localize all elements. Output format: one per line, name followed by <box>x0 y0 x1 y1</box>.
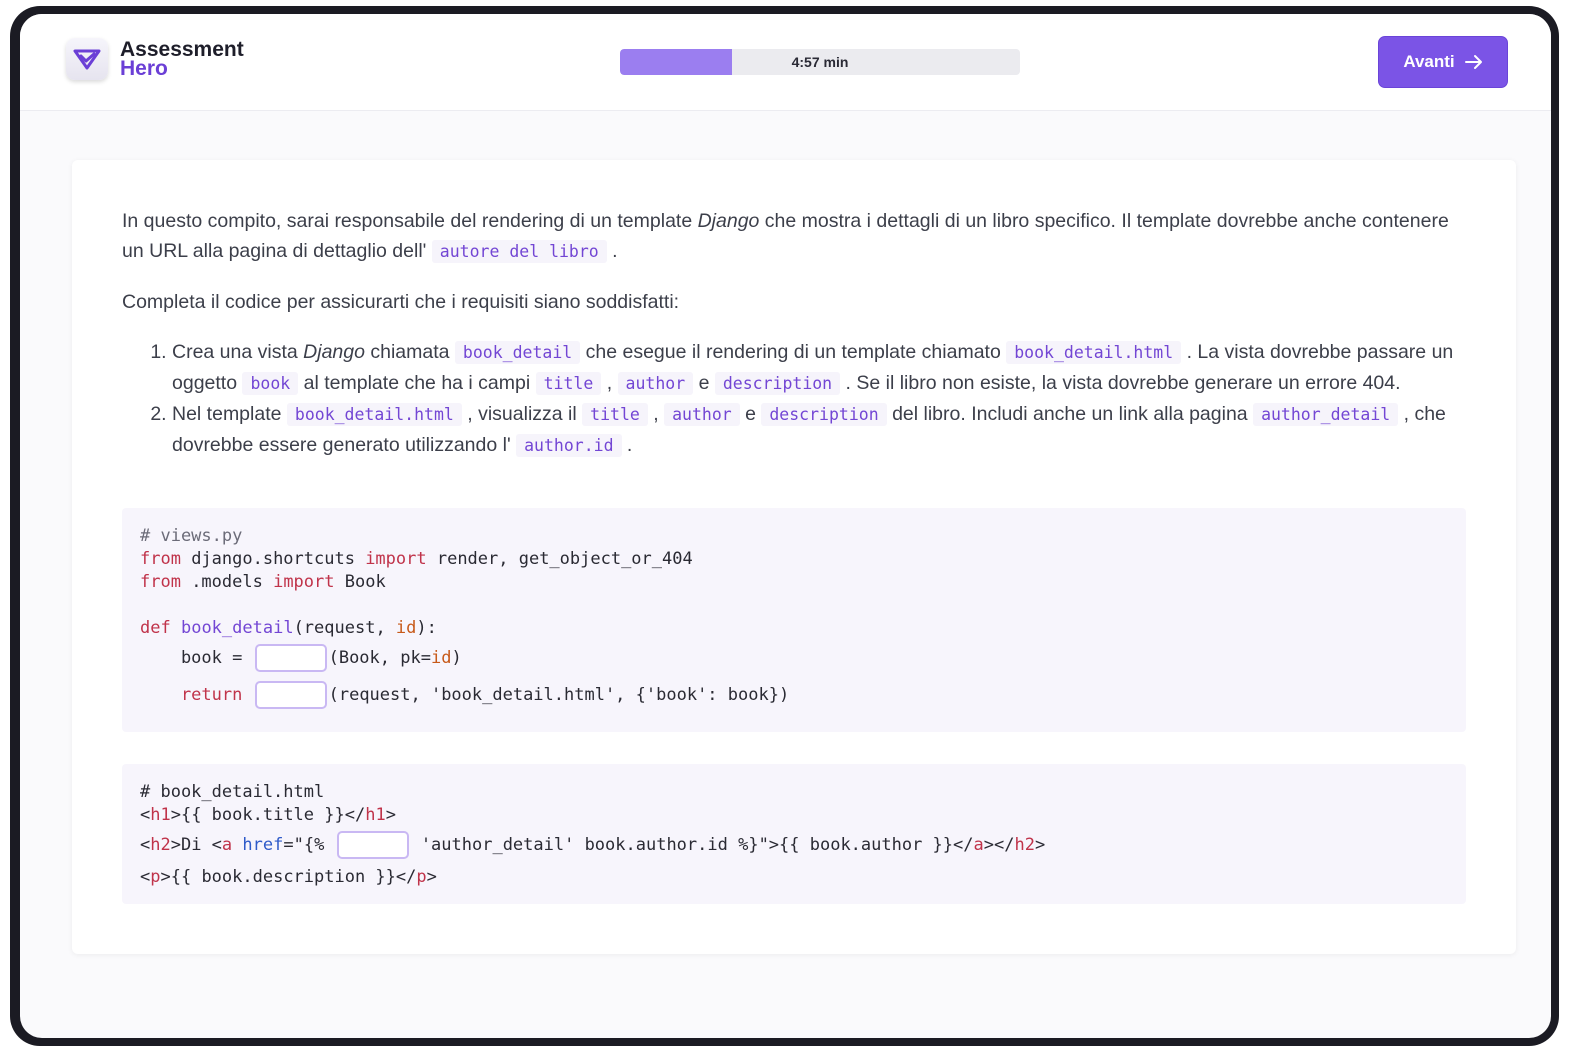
logo: Assessment Hero <box>66 38 244 80</box>
next-button[interactable]: Avanti <box>1378 36 1508 88</box>
code-line: <h2>Di <a href="{% 'author_detail' book.… <box>140 829 1045 861</box>
list-item: Nel template book_detail.html , visualiz… <box>172 399 1472 461</box>
code-line: <p>{{ book.description }}</p> <box>140 867 437 887</box>
code-block-template: # book_detail.html <h1>{{ book.title }}<… <box>122 764 1466 904</box>
timer-label: 4:57 min <box>791 54 849 70</box>
top-bar: Assessment Hero 4:57 min Avanti <box>20 14 1551 111</box>
list-item: Crea una vista Django chiamata book_deta… <box>172 337 1472 399</box>
code-comment: # book_detail.html <box>140 782 325 802</box>
requirements-intro: Completa il codice per assicurarti che i… <box>122 291 680 313</box>
blank-input-1[interactable] <box>254 644 327 672</box>
question-card: In questo compito, sarai responsabile de… <box>72 160 1516 954</box>
blank-input-3[interactable] <box>336 831 409 859</box>
intro-paragraph: In questo compito, sarai responsabile de… <box>122 210 1449 263</box>
next-button-label: Avanti <box>1403 52 1455 71</box>
arrow-right-icon <box>1464 54 1483 70</box>
timer-progress-bar: 4:57 min <box>620 49 1020 75</box>
code-line: <h1>{{ book.title }}</h1> <box>140 805 396 825</box>
code-line: from .models import Book <box>140 572 386 592</box>
code-line: def book_detail(request, id): <box>140 618 437 638</box>
inline-code: autore del libro <box>431 240 607 263</box>
blank-input-2[interactable] <box>254 681 327 709</box>
instructions: In questo compito, sarai responsabile de… <box>122 206 1472 461</box>
checkmark-shield-icon <box>66 38 108 80</box>
code-line: from django.shortcuts import render, get… <box>140 549 693 569</box>
device-frame: Assessment Hero 4:57 min Avanti In quest… <box>10 6 1559 1046</box>
app-screen: Assessment Hero 4:57 min Avanti In quest… <box>20 14 1551 1038</box>
code-block-views: # views.py from django.shortcuts import … <box>122 508 1466 732</box>
code-line: return (request, 'book_detail.html', {'b… <box>140 679 789 711</box>
logo-text-hero: Hero <box>120 57 168 80</box>
requirements-list: Crea una vista Django chiamata book_deta… <box>122 337 1472 461</box>
code-comment: # views.py <box>140 526 243 546</box>
code-line: book = (Book, pk=id) <box>140 642 462 674</box>
